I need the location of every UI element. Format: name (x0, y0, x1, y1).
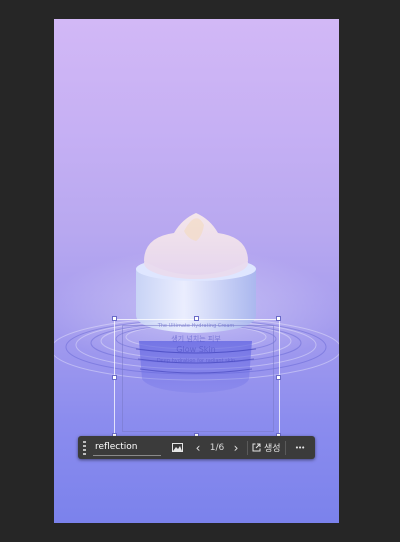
more-button[interactable]: ••• (289, 436, 311, 459)
resize-handle-top-right[interactable] (276, 316, 281, 321)
toolbar-divider (284, 440, 286, 455)
drag-grip-icon[interactable] (80, 436, 88, 459)
prev-page-button[interactable]: ‹ (190, 436, 206, 459)
image-layer-button[interactable] (166, 436, 188, 459)
generate-button[interactable]: 생성 (248, 436, 285, 459)
resize-handle-top-left[interactable] (112, 316, 117, 321)
more-icon: ••• (294, 443, 305, 452)
chevron-right-icon: › (233, 440, 239, 455)
resize-handle-left[interactable] (112, 375, 117, 380)
image-layer-icon (171, 443, 183, 452)
chevron-left-icon: ‹ (195, 440, 201, 455)
resize-handle-top[interactable] (194, 316, 199, 321)
selection-box[interactable] (114, 319, 280, 438)
external-link-icon (252, 443, 261, 452)
floating-toolbar: ‹ 1/6 › 생성 ••• (78, 436, 315, 459)
resize-handle-right[interactable] (276, 375, 281, 380)
next-page-button[interactable]: › (228, 436, 244, 459)
page-indicator: 1/6 (209, 442, 225, 453)
layer-name-input[interactable] (93, 439, 161, 456)
generate-label: 생성 (264, 444, 281, 454)
